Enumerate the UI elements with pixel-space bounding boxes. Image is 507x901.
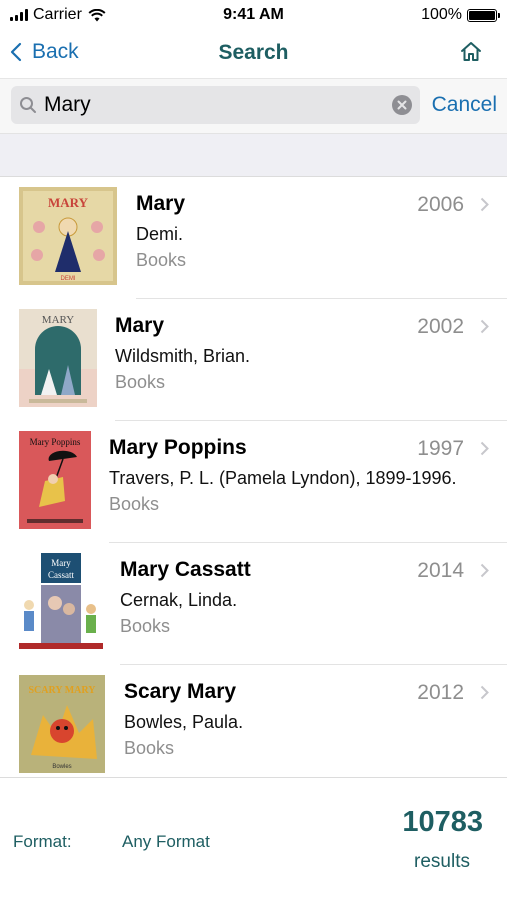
results-footer: Format: Any Format 10783 results: [0, 777, 507, 901]
svg-text:MARY: MARY: [48, 195, 89, 210]
search-input[interactable]: [44, 86, 384, 124]
book-cover: Mary Poppins: [19, 431, 91, 529]
result-format: Books: [136, 250, 187, 270]
result-author: Cernak, Linda.: [120, 590, 238, 610]
result-title: Scary Mary: [124, 680, 237, 703]
result-format: Books: [120, 616, 171, 636]
chevron-right-icon: [480, 441, 489, 456]
results-label: results: [414, 851, 470, 872]
chevron-left-icon: [10, 42, 22, 62]
result-row[interactable]: MARY DEMI Mary Demi. Books 2006: [0, 177, 507, 299]
result-year: 2006: [417, 193, 464, 216]
result-format: Books: [109, 494, 160, 514]
result-format: Books: [115, 372, 166, 392]
section-spacer: [0, 134, 507, 177]
result-row[interactable]: Mary Poppins Mary Poppins Travers, P. L.…: [0, 421, 507, 543]
result-row[interactable]: SCARY MARY Bowles Scary Mary Bowles, Pau…: [0, 665, 507, 787]
svg-text:Mary: Mary: [51, 558, 71, 568]
result-author: Wildsmith, Brian.: [115, 346, 251, 366]
search-field[interactable]: [11, 86, 420, 124]
home-icon[interactable]: [459, 40, 483, 64]
result-year: 1997: [417, 437, 464, 460]
chevron-right-icon: [480, 563, 489, 578]
close-icon: [397, 100, 407, 110]
result-author: Bowles, Paula.: [124, 712, 244, 732]
result-year: 2012: [417, 681, 464, 704]
svg-text:Mary Poppins: Mary Poppins: [30, 437, 81, 447]
chevron-right-icon: [480, 197, 489, 212]
result-title: Mary Poppins: [109, 436, 247, 459]
results-list: MARY DEMI Mary Demi. Books 2006 MARY Mar…: [0, 177, 507, 787]
svg-text:SCARY MARY: SCARY MARY: [29, 685, 97, 696]
result-author: Travers, P. L. (Pamela Lyndon), 1899-199…: [109, 468, 457, 488]
chevron-right-icon: [480, 685, 489, 700]
battery-percent: 100%: [421, 6, 462, 23]
results-count: 10783: [402, 806, 483, 838]
battery-icon: [467, 8, 500, 22]
format-selector[interactable]: Any Format: [122, 832, 210, 852]
book-cover: MARY DEMI: [19, 187, 117, 285]
battery-info: 100%: [421, 6, 500, 24]
result-title: Mary: [136, 192, 186, 215]
result-row[interactable]: MARY Mary Wildsmith, Brian. Books 2002: [0, 299, 507, 421]
result-year: 2014: [417, 559, 464, 582]
result-title: Mary Cassatt: [120, 558, 251, 581]
svg-text:MARY: MARY: [42, 314, 74, 326]
cancel-button[interactable]: Cancel: [432, 93, 497, 117]
result-format: Books: [124, 738, 175, 758]
result-row[interactable]: Mary Cassatt Mary Cassatt Cernak, Linda.…: [0, 543, 507, 665]
book-cover: MARY: [19, 309, 97, 407]
back-label: Back: [32, 40, 79, 63]
book-cover: Mary Cassatt: [19, 553, 103, 651]
back-button[interactable]: Back: [10, 40, 79, 64]
format-label: Format:: [13, 832, 72, 851]
chevron-right-icon: [480, 319, 489, 334]
clear-search-button[interactable]: [392, 95, 412, 115]
svg-text:Bowles: Bowles: [52, 764, 71, 770]
result-year: 2002: [417, 315, 464, 338]
status-bar: Carrier 9:41 AM 100%: [0, 0, 507, 30]
result-title: Mary: [115, 314, 165, 337]
svg-text:DEMI: DEMI: [61, 276, 76, 282]
search-bar: Cancel: [0, 79, 507, 134]
svg-text:Cassatt: Cassatt: [48, 570, 74, 580]
search-icon: [20, 97, 36, 113]
book-cover: SCARY MARY Bowles: [19, 675, 105, 773]
navigation-bar: Back Search: [0, 30, 507, 79]
result-author: Demi.: [136, 224, 184, 244]
